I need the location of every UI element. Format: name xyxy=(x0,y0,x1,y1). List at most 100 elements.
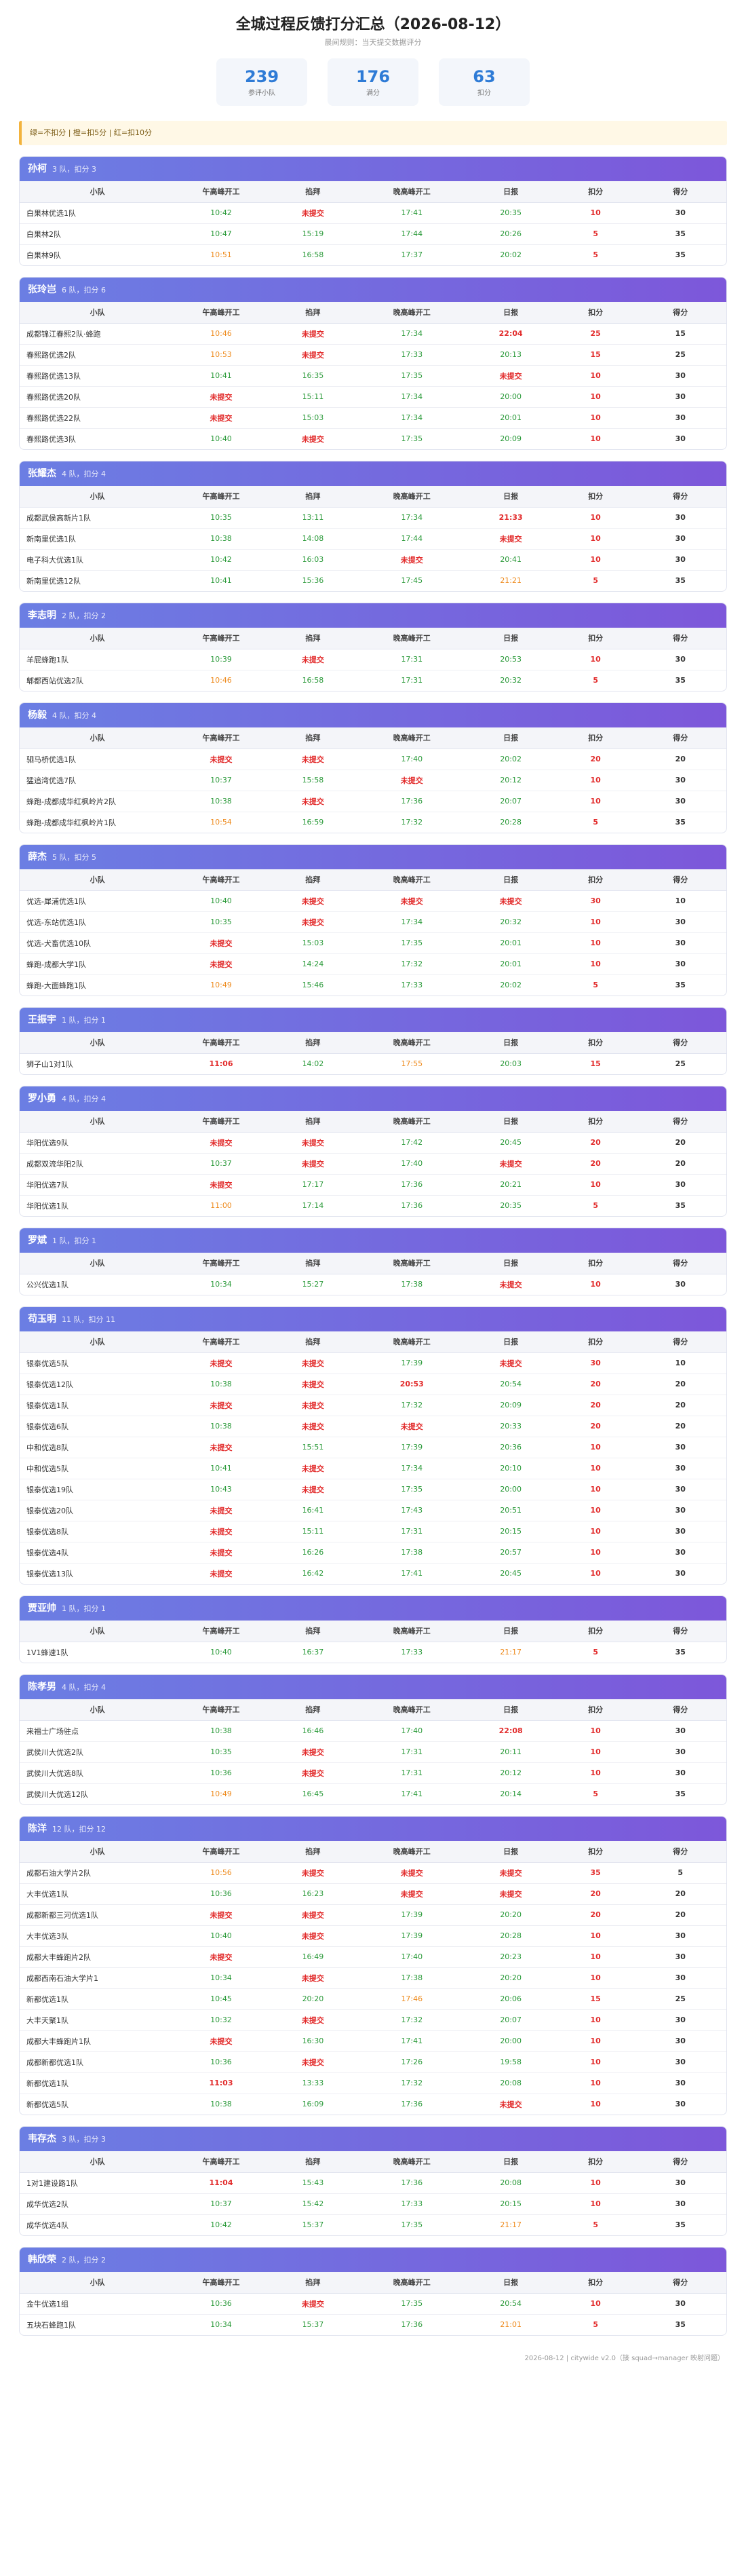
status-cell: 17:32 xyxy=(359,1395,465,1416)
column-header: 扣分 xyxy=(556,2151,635,2173)
column-header: 日报 xyxy=(465,2272,557,2294)
deduction-cell: 10 xyxy=(590,1569,601,1578)
deduction-cell: 10 xyxy=(556,365,635,387)
deduction-cell: 10 xyxy=(556,202,635,224)
squad-name-cell: 武侯川大优选12队 xyxy=(26,1789,88,1799)
table-row: 银泰优选20队 未提交 16:41 17:43 20:51 10 30 xyxy=(20,1500,726,1521)
column-header: 小队 xyxy=(20,727,176,749)
status-cell: 21:01 xyxy=(500,2320,522,2330)
manager-card: 杨毅 4 队，扣分 4 小队 午高峰开工 掐拜 晚高峰开工 日报 扣分 得分 驷马桥优选1队 未提交… xyxy=(19,702,727,833)
column-header: 掐拜 xyxy=(267,486,359,508)
squad-name-cell: 白果林优选1队 xyxy=(20,202,176,224)
squad-table: 小队 午高峰开工 掐拜 晚高峰开工 日报 扣分 得分 银泰优选5队 未提交 未提交 17:39 未提交… xyxy=(20,1331,726,1584)
table-row: 成都锦江春熙2队·蜂跑 10:46 未提交 17:34 22:04 25 15 xyxy=(20,323,726,345)
status-cell: 15:19 xyxy=(267,223,359,245)
status-cell: 17:41 xyxy=(359,202,465,224)
squad-name-cell: 华阳优选1队 xyxy=(26,1201,68,1211)
column-header: 晚高峰开工 xyxy=(359,486,465,508)
manager-header: 罗斌 1 队，扣分 1 xyxy=(20,1228,726,1253)
squad-name-cell: 成都新都三河优选1队 xyxy=(20,1904,176,1926)
status-cell: 17:36 xyxy=(359,791,465,812)
status-cell: 未提交 xyxy=(267,1153,359,1175)
squad-name-cell: 成都双流华阳2队 xyxy=(20,1153,176,1175)
column-header: 得分 xyxy=(634,869,726,891)
table-header-row: 小队 午高峰开工 掐拜 晚高峰开工 日报 扣分 得分 xyxy=(20,1253,726,1274)
column-header: 掐拜 xyxy=(267,727,359,749)
table-row: 春熙路优选13队 10:41 16:35 17:35 未提交 10 30 xyxy=(20,365,726,387)
squad-name-cell: 武侯川大优选2队 xyxy=(20,1741,176,1763)
status-cell: 10:53 xyxy=(175,344,267,366)
squad-name-cell: 优选-东站优选1队 xyxy=(20,911,176,933)
table-row: 春熙路优选2队 10:53 未提交 17:33 20:13 15 25 xyxy=(20,344,726,366)
status-cell: 16:58 xyxy=(302,250,324,260)
squad-name-cell: 猛追湾优选7队 xyxy=(20,770,176,791)
deduction-cell: 5 xyxy=(593,676,599,685)
status-cell: 未提交 xyxy=(465,365,557,387)
status-cell: 10:38 xyxy=(175,528,267,550)
squad-name-cell: 银泰优选20队 xyxy=(20,1500,176,1521)
status-cell: 16:58 xyxy=(302,676,324,685)
column-header: 日报 xyxy=(465,1111,557,1133)
column-header: 小队 xyxy=(20,869,176,891)
deduction-cell: 10 xyxy=(556,1479,635,1500)
status-cell: 15:58 xyxy=(267,770,359,791)
column-header: 晚高峰开工 xyxy=(359,2272,465,2294)
status-cell: 10:46 xyxy=(175,323,267,345)
table-row: 五块石蜂跑1队 10:34 15:37 17:36 21:01 5 35 xyxy=(20,2314,726,2335)
manager-meta: 12 队，扣分 12 xyxy=(52,1825,106,1834)
column-header: 扣分 xyxy=(556,1111,635,1133)
manager-card: 薛杰 5 队，扣分 5 小队 午高峰开工 掐拜 晚高峰开工 日报 扣分 得分 优选-犀浦优选1队 1… xyxy=(19,844,727,996)
status-cell: 20:00 xyxy=(465,386,557,408)
status-cell: 20:02 xyxy=(465,749,557,770)
status-cell: 10:40 xyxy=(210,1648,232,1657)
squad-table: 小队 午高峰开工 掐拜 晚高峰开工 日报 扣分 得分 驷马桥优选1队 未提交 未提交 17:40 20… xyxy=(20,727,726,833)
status-cell: 21:17 xyxy=(500,2220,522,2230)
status-cell: 17:36 xyxy=(401,1201,423,1211)
column-header: 小队 xyxy=(20,181,176,203)
manager-meta: 1 队，扣分 1 xyxy=(62,1604,106,1613)
status-cell: 10:37 xyxy=(175,1153,267,1175)
squad-name-cell: 银泰优选6队 xyxy=(20,1416,176,1437)
status-cell: 未提交 xyxy=(267,202,359,224)
status-cell: 17:38 xyxy=(359,1967,465,1989)
table-row: 武侯川大优选2队 10:35 未提交 17:31 20:11 10 30 xyxy=(20,1741,726,1763)
status-cell: 16:59 xyxy=(302,818,324,827)
status-cell: 未提交 xyxy=(267,1741,359,1763)
status-cell: 17:40 xyxy=(359,1153,465,1175)
squad-name-cell: 大丰优选1队 xyxy=(20,1883,176,1905)
status-cell: 15:36 xyxy=(302,576,324,586)
status-cell: 20:54 xyxy=(465,2293,557,2315)
status-cell: 未提交 xyxy=(175,1395,267,1416)
squad-name-cell: 银泰优选1队 xyxy=(20,1395,176,1416)
column-header: 得分 xyxy=(634,1699,726,1721)
squad-name-cell: 白果林9队 xyxy=(26,250,61,260)
status-cell: 17:33 xyxy=(359,344,465,366)
table-row: 成都大丰蜂跑片1队 未提交 16:30 17:41 20:00 10 30 xyxy=(20,2030,726,2052)
status-cell: 21:21 xyxy=(500,576,522,586)
score-cell: 15 xyxy=(634,323,726,345)
column-header: 午高峰开工 xyxy=(175,869,267,891)
score-cell: 30 xyxy=(634,2030,726,2052)
status-cell: 未提交 xyxy=(175,953,267,975)
column-header: 小队 xyxy=(20,1841,176,1863)
status-cell: 未提交 xyxy=(465,1153,557,1175)
status-cell: 20:15 xyxy=(465,1521,557,1542)
table-row: 华阳优选7队 未提交 17:17 17:36 20:21 10 30 xyxy=(20,1174,726,1196)
column-header: 午高峰开工 xyxy=(175,2151,267,2173)
squad-name-cell: 春熙路优选2队 xyxy=(20,344,176,366)
table-row: 新南里优选12队 10:41 15:36 17:45 21:21 5 35 xyxy=(20,570,726,591)
column-header: 扣分 xyxy=(556,486,635,508)
table-row: 羊屁蜂跑1队 10:39 未提交 17:31 20:53 10 30 xyxy=(20,649,726,670)
status-cell: 17:34 xyxy=(359,386,465,408)
squad-name-cell: 电子科大优选1队 xyxy=(20,549,176,571)
column-header: 午高峰开工 xyxy=(175,1253,267,1274)
status-cell: 未提交 xyxy=(175,932,267,954)
table-row: 银泰优选12队 10:38 未提交 20:53 20:54 20 20 xyxy=(20,1374,726,1395)
status-cell: 20:09 xyxy=(465,1395,557,1416)
status-cell: 未提交 xyxy=(267,1374,359,1395)
status-cell: 10:40 xyxy=(175,890,267,912)
status-cell: 13:33 xyxy=(267,2072,359,2094)
status-cell: 未提交 xyxy=(465,1352,557,1374)
column-header: 小队 xyxy=(20,1621,176,1642)
squad-name-cell: 来福士广场驻点 xyxy=(20,1720,176,1742)
